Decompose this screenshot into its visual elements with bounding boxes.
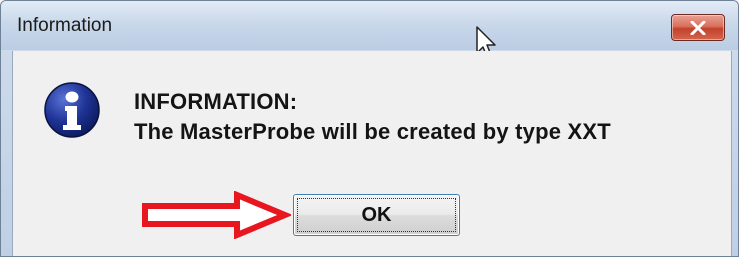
window-title: Information — [17, 15, 113, 36]
message-text: The MasterProbe will be created by type … — [134, 119, 611, 144]
information-dialog: Information INFORMATION: The MasterProbe… — [0, 0, 739, 257]
message-heading: INFORMATION: — [134, 89, 298, 114]
ok-button[interactable]: OK — [293, 194, 460, 236]
red-arrow-icon — [142, 191, 291, 239]
close-x-icon — [690, 20, 706, 35]
title-bar[interactable]: Information — [1, 1, 738, 58]
close-button[interactable] — [671, 14, 725, 41]
dialog-body: INFORMATION: The MasterProbe will be cre… — [12, 51, 732, 256]
ok-button-label: OK — [361, 203, 392, 226]
info-icon — [44, 82, 100, 138]
